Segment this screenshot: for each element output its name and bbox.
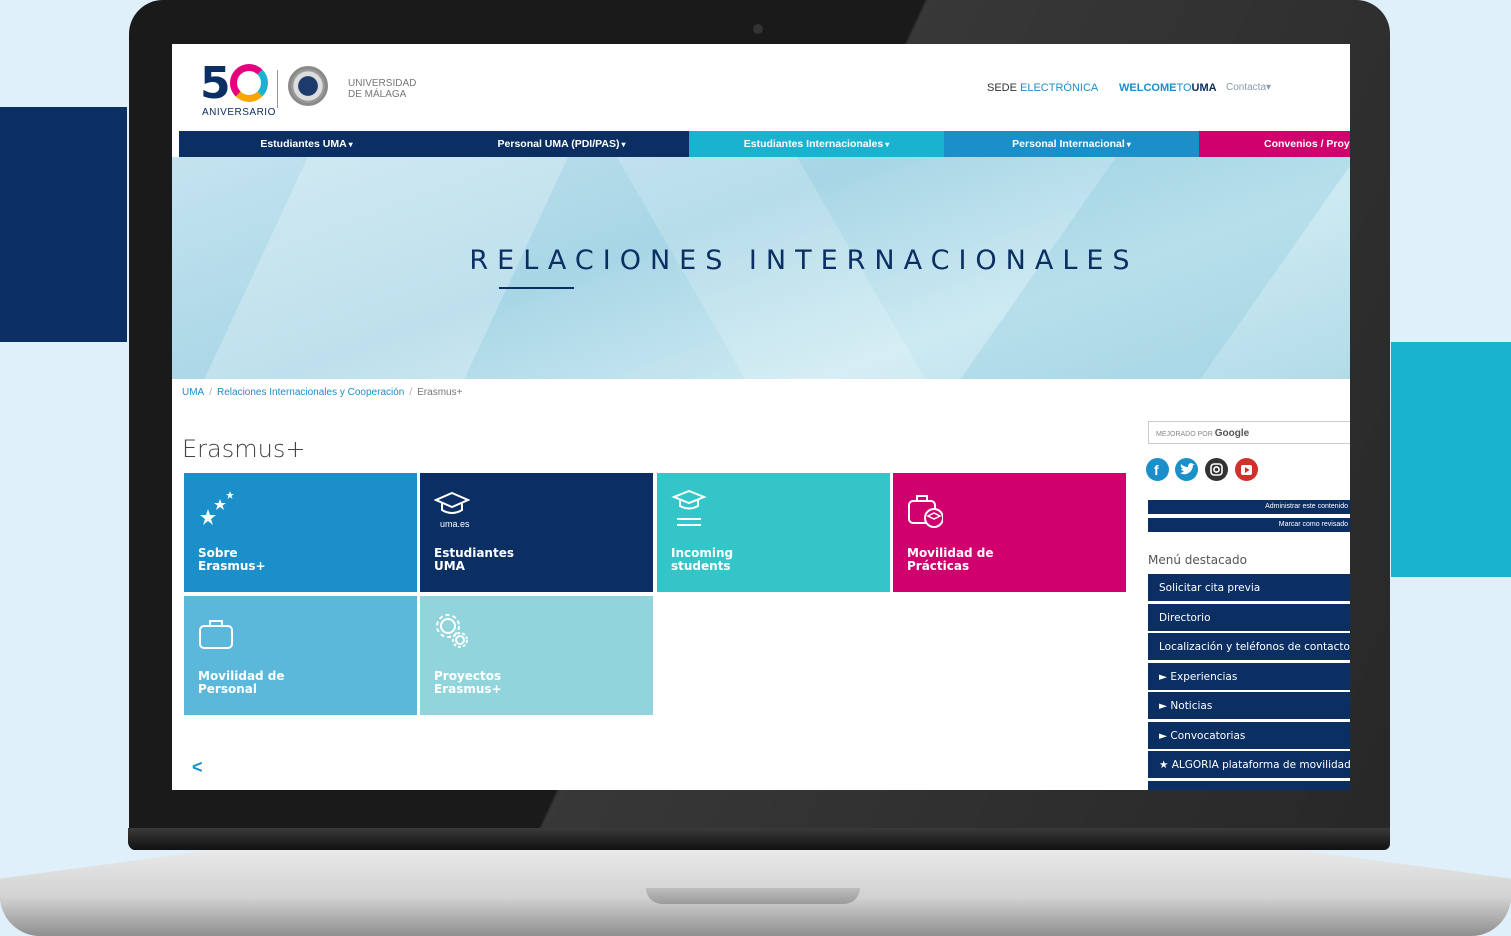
sede-electronica-link[interactable]: SEDE ELECTRÓNICA — [987, 82, 1098, 94]
nav-estudiantes-uma[interactable]: Estudiantes UMA ▾ — [179, 131, 434, 157]
menu-item-more[interactable] — [1148, 781, 1350, 790]
caret-down-icon: ▾ — [1126, 139, 1131, 149]
menu-item-experiencias[interactable]: ► Experiencias — [1148, 663, 1350, 691]
twitter-icon[interactable] — [1175, 458, 1198, 481]
logo-ring-icon — [229, 64, 268, 102]
anniversary-logo[interactable]: 5 — [200, 62, 268, 106]
hero-underline — [499, 287, 574, 289]
stars-icon — [200, 491, 234, 525]
svg-text:f: f — [1154, 462, 1159, 478]
contact-dropdown[interactable]: Contacta▾ — [1226, 82, 1271, 93]
tile-sobre-erasmus[interactable]: Sobre Erasmus+ — [184, 473, 417, 592]
menu-item-algoria[interactable]: ★ ALGORIA plataforma de movilidad 23/24 — [1148, 751, 1350, 779]
gears-icon — [436, 614, 468, 648]
tile-estudiantes-uma[interactable]: uma.es Estudiantes UMA — [420, 473, 653, 592]
instagram-icon[interactable] — [1205, 458, 1228, 481]
laptop-base — [0, 850, 1511, 936]
nav-personal-internacional[interactable]: Personal Internacional ▾ — [944, 131, 1199, 157]
welcome-to-uma-link[interactable]: WELCOMETOUMA — [1119, 82, 1217, 94]
main-nav: Estudiantes UMA ▾ Personal UMA (PDI/PAS) ▾… — [179, 131, 1350, 157]
caret-down-icon: ▾ — [885, 139, 890, 149]
menu-item-directorio[interactable]: Directorio — [1148, 604, 1350, 632]
briefcase-icon — [199, 620, 233, 649]
breadcrumb-current: Erasmus+ — [417, 387, 463, 398]
menu-item-convocatorias[interactable]: ► Convocatorias — [1148, 722, 1350, 750]
laptop-hinge — [128, 828, 1390, 850]
decorative-block-left — [0, 107, 127, 342]
menu-item-noticias[interactable]: ► Noticias — [1148, 692, 1350, 720]
nav-convenios[interactable]: Convenios / Proy — [1199, 131, 1350, 157]
university-name[interactable]: UNIVERSIDAD DE MÁLAGA — [348, 78, 416, 100]
tile-proyectos-erasmus[interactable]: Proyectos Erasmus+ — [420, 596, 653, 715]
menu-item-cita-previa[interactable]: Solicitar cita previa — [1148, 574, 1350, 602]
breadcrumb-section[interactable]: Relaciones Internacionales y Cooperación — [217, 387, 404, 398]
caret-down-icon: ▾ — [348, 139, 353, 149]
admin-content-button[interactable]: Administrar este contenido — [1148, 500, 1350, 514]
youtube-icon[interactable] — [1235, 458, 1258, 481]
university-seal-icon[interactable] — [288, 66, 328, 106]
menu-item-localizacion[interactable]: Localización y teléfonos de contacto — [1148, 633, 1350, 661]
tile-movilidad-personal[interactable]: Movilidad de Personal — [184, 596, 417, 715]
logo-divider — [277, 70, 278, 108]
nav-estudiantes-internacionales[interactable]: Estudiantes Internacionales ▾ — [689, 131, 944, 157]
site-header: 5 ANIVERSARIO UNIVERSIDAD DE MÁLAGA SEDE… — [172, 44, 1350, 131]
previous-page-link[interactable]: < — [192, 757, 203, 778]
breadcrumb-home[interactable]: UMA — [182, 387, 204, 398]
uma-es-text: uma.es — [440, 519, 470, 529]
browser-screen: 5 ANIVERSARIO UNIVERSIDAD DE MÁLAGA SEDE… — [172, 44, 1350, 790]
graduation-cap-book-icon — [671, 489, 707, 526]
briefcase-cap-icon — [908, 495, 943, 528]
nav-personal-uma[interactable]: Personal UMA (PDI/PAS) ▾ — [434, 131, 689, 157]
camera-icon — [753, 24, 763, 34]
tile-movilidad-practicas[interactable]: Movilidad de Prácticas — [893, 473, 1126, 592]
decorative-block-right — [1391, 342, 1511, 577]
hero-banner: RELACIONES INTERNACIONALES — [172, 157, 1350, 379]
caret-down-icon: ▾ — [621, 139, 626, 149]
logo-anniversary-text: ANIVERSARIO — [202, 107, 276, 118]
facebook-icon[interactable]: f — [1146, 458, 1169, 481]
featured-menu-heading: Menú destacado — [1148, 553, 1247, 567]
search-input[interactable]: MEJORADO POR Google — [1148, 421, 1350, 444]
mark-reviewed-button[interactable]: Marcar como revisado — [1148, 518, 1350, 532]
tile-incoming-students[interactable]: Incoming students — [657, 473, 890, 592]
hero-title: RELACIONES INTERNACIONALES — [469, 245, 1139, 276]
page-title: Erasmus+ — [182, 435, 306, 463]
breadcrumb: UMA / Relaciones Internacionales y Coopera… — [182, 387, 463, 398]
